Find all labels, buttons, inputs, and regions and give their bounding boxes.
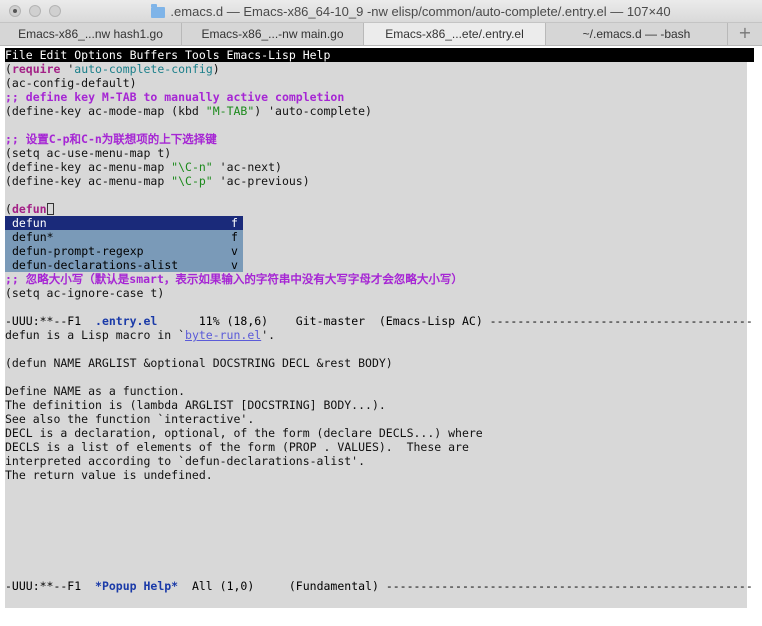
title-bar: .emacs.d — Emacs-x86_64-10_9 -nw elisp/c… [0, 0, 762, 23]
mode-line-top: -UUU:**--F1 .entry.el 11% (18,6) Git-mas… [5, 314, 754, 328]
code-line: (ac-config-default) [5, 76, 137, 90]
help-line: defun is a Lisp macro in `byte-run.el'. [5, 328, 276, 342]
tab-main-go[interactable]: Emacs-x86_...-nw main.go [182, 23, 364, 45]
text-cursor [46, 203, 54, 215]
help-line: The definition is (lambda ARGLIST [DOCST… [5, 398, 386, 412]
code-line: (setq ac-use-menu-map t) [5, 146, 172, 160]
buffer-name: .entry.el [95, 314, 158, 328]
completion-item[interactable]: defun-prompt-regexp v [5, 244, 243, 258]
help-line: interpreted according to `defun-declarat… [5, 454, 366, 468]
terminal-area[interactable]: File Edit Options Buffers Tools Emacs-Li… [5, 48, 754, 608]
completion-item[interactable]: defun* f [5, 230, 243, 244]
window-title: .emacs.d — Emacs-x86_64-10_9 -nw elisp/c… [170, 3, 671, 19]
folder-icon [151, 3, 166, 18]
byte-run-link[interactable]: byte-run.el [185, 328, 261, 342]
new-tab-button[interactable]: + [728, 23, 762, 45]
help-line: DECLS is a list of elements of the form … [5, 440, 469, 454]
buffer-name: *Popup Help* [95, 579, 179, 593]
emacs-menu-bar[interactable]: File Edit Options Buffers Tools Emacs-Li… [5, 48, 754, 62]
tab-bash[interactable]: ~/.emacs.d — -bash [546, 23, 728, 45]
tab-bar: Emacs-x86_...nw hash1.go Emacs-x86_...-n… [0, 23, 762, 46]
completion-item[interactable]: defun f [5, 216, 243, 230]
help-line: See also the function `interactive'. [5, 412, 255, 426]
code-comment: ;; 忽略大小写（默认是smart，表示如果输入的字符串中没有大写字母才会忽略大… [5, 272, 463, 286]
help-line: (defun NAME ARGLIST &optional DOCSTRING … [5, 356, 393, 370]
code-line: (define-key ac-menu-map "\C-n" 'ac-next) [5, 160, 282, 174]
tab-entry-el[interactable]: Emacs-x86_...ete/.entry.el [364, 23, 546, 45]
code-comment: ;; 设置C-p和C-n为联想项的上下选择键 [5, 132, 217, 146]
code-line: (setq ac-ignore-case t) [5, 286, 165, 300]
tab-hash1-go[interactable]: Emacs-x86_...nw hash1.go [0, 23, 182, 45]
code-comment: ;; define key M-TAB to manually active c… [5, 90, 345, 104]
code-line: (require 'auto-complete-config) [5, 62, 220, 76]
code-line: (define-key ac-menu-map "\C-p" 'ac-previ… [5, 174, 310, 188]
help-line: Define NAME as a function. [5, 384, 186, 398]
mode-line-bottom: -UUU:**--F1 *Popup Help* All (1,0) (Fund… [5, 579, 754, 593]
help-line: The return value is undefined. [5, 468, 213, 482]
help-line: DECL is a declaration, optional, of the … [5, 426, 483, 440]
completion-item[interactable]: defun-declarations-alist v [5, 258, 243, 272]
code-line: (define-key ac-mode-map (kbd "M-TAB") 'a… [5, 104, 372, 118]
code-line-current[interactable]: (defun [5, 202, 54, 216]
